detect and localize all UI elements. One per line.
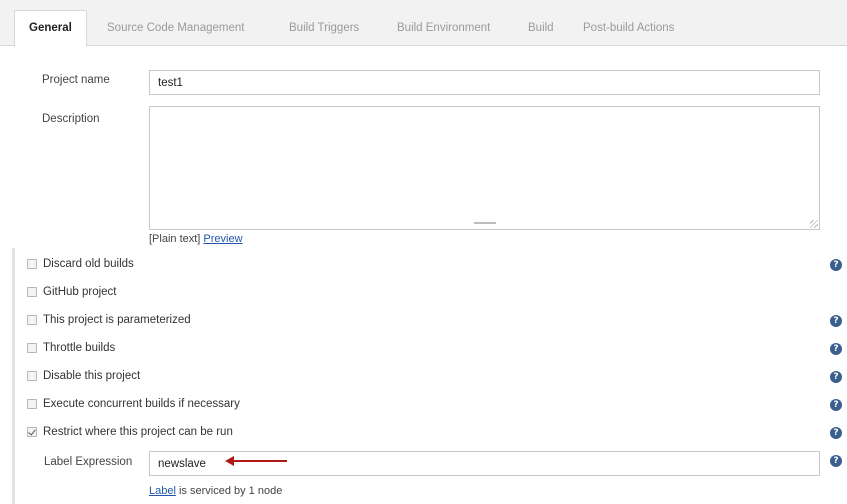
tab-build[interactable]: Build	[528, 11, 554, 45]
project-name-label: Project name	[42, 74, 110, 86]
option-label: GitHub project	[43, 286, 117, 298]
tab-build-environment[interactable]: Build Environment	[397, 11, 490, 45]
project-name-input[interactable]	[149, 70, 820, 95]
option-discard-old-builds[interactable]: Discard old builds	[27, 255, 134, 273]
help-icon[interactable]: ?	[830, 427, 842, 439]
description-label: Description	[42, 113, 100, 125]
option-concurrent-builds[interactable]: Execute concurrent builds if necessary	[27, 395, 240, 413]
option-label: Discard old builds	[43, 258, 134, 270]
discard-old-builds-checkbox[interactable]	[27, 259, 37, 269]
label-expression-input[interactable]	[149, 451, 820, 476]
option-throttle-builds[interactable]: Throttle builds	[27, 339, 115, 357]
help-icon[interactable]: ?	[830, 259, 842, 271]
red-arrow-annotation	[232, 460, 287, 462]
option-label: Throttle builds	[43, 342, 116, 354]
option-restrict-where-run[interactable]: Restrict where this project can be run	[27, 423, 233, 441]
tab-build-triggers[interactable]: Build Triggers	[289, 11, 359, 45]
textarea-resize-grip[interactable]	[474, 222, 496, 224]
tab-source-code-management[interactable]: Source Code Management	[107, 11, 244, 45]
help-icon[interactable]: ?	[830, 371, 842, 383]
tab-general[interactable]: General	[14, 10, 87, 47]
option-label: Restrict where this project can be run	[43, 426, 233, 438]
section-left-bar	[12, 248, 15, 504]
help-icon[interactable]: ?	[830, 315, 842, 327]
throttle-builds-checkbox[interactable]	[27, 343, 37, 353]
serviced-text: is serviced by 1 node	[175, 485, 283, 497]
tab-bar: General Source Code Management Build Tri…	[0, 0, 847, 47]
option-label: Execute concurrent builds if necessary	[43, 398, 240, 410]
textarea-corner-resize-icon[interactable]	[810, 220, 818, 228]
format-line: [Plain text] Preview	[149, 233, 243, 245]
tab-post-build-actions[interactable]: Post-build Actions	[583, 11, 674, 45]
preview-link[interactable]: Preview	[203, 233, 242, 245]
option-label: Disable this project	[43, 370, 141, 382]
help-icon[interactable]: ?	[830, 343, 842, 355]
description-textarea[interactable]	[149, 106, 820, 230]
disable-project-checkbox[interactable]	[27, 371, 37, 381]
plain-text-label: [Plain text]	[149, 233, 201, 245]
label-link[interactable]: Label	[149, 485, 176, 497]
option-label: This project is parameterized	[43, 314, 191, 326]
parameterized-checkbox[interactable]	[27, 315, 37, 325]
github-project-checkbox[interactable]	[27, 287, 37, 297]
concurrent-builds-checkbox[interactable]	[27, 399, 37, 409]
option-disable-project[interactable]: Disable this project	[27, 367, 140, 385]
option-parameterized[interactable]: This project is parameterized	[27, 311, 191, 329]
help-icon[interactable]: ?	[830, 455, 842, 467]
help-icon[interactable]: ?	[830, 399, 842, 411]
label-expression-label: Label Expression	[44, 456, 133, 468]
restrict-where-run-checkbox[interactable]	[27, 427, 37, 437]
serviced-line: Label is serviced by 1 node	[149, 485, 282, 497]
option-github-project[interactable]: GitHub project	[27, 283, 117, 301]
